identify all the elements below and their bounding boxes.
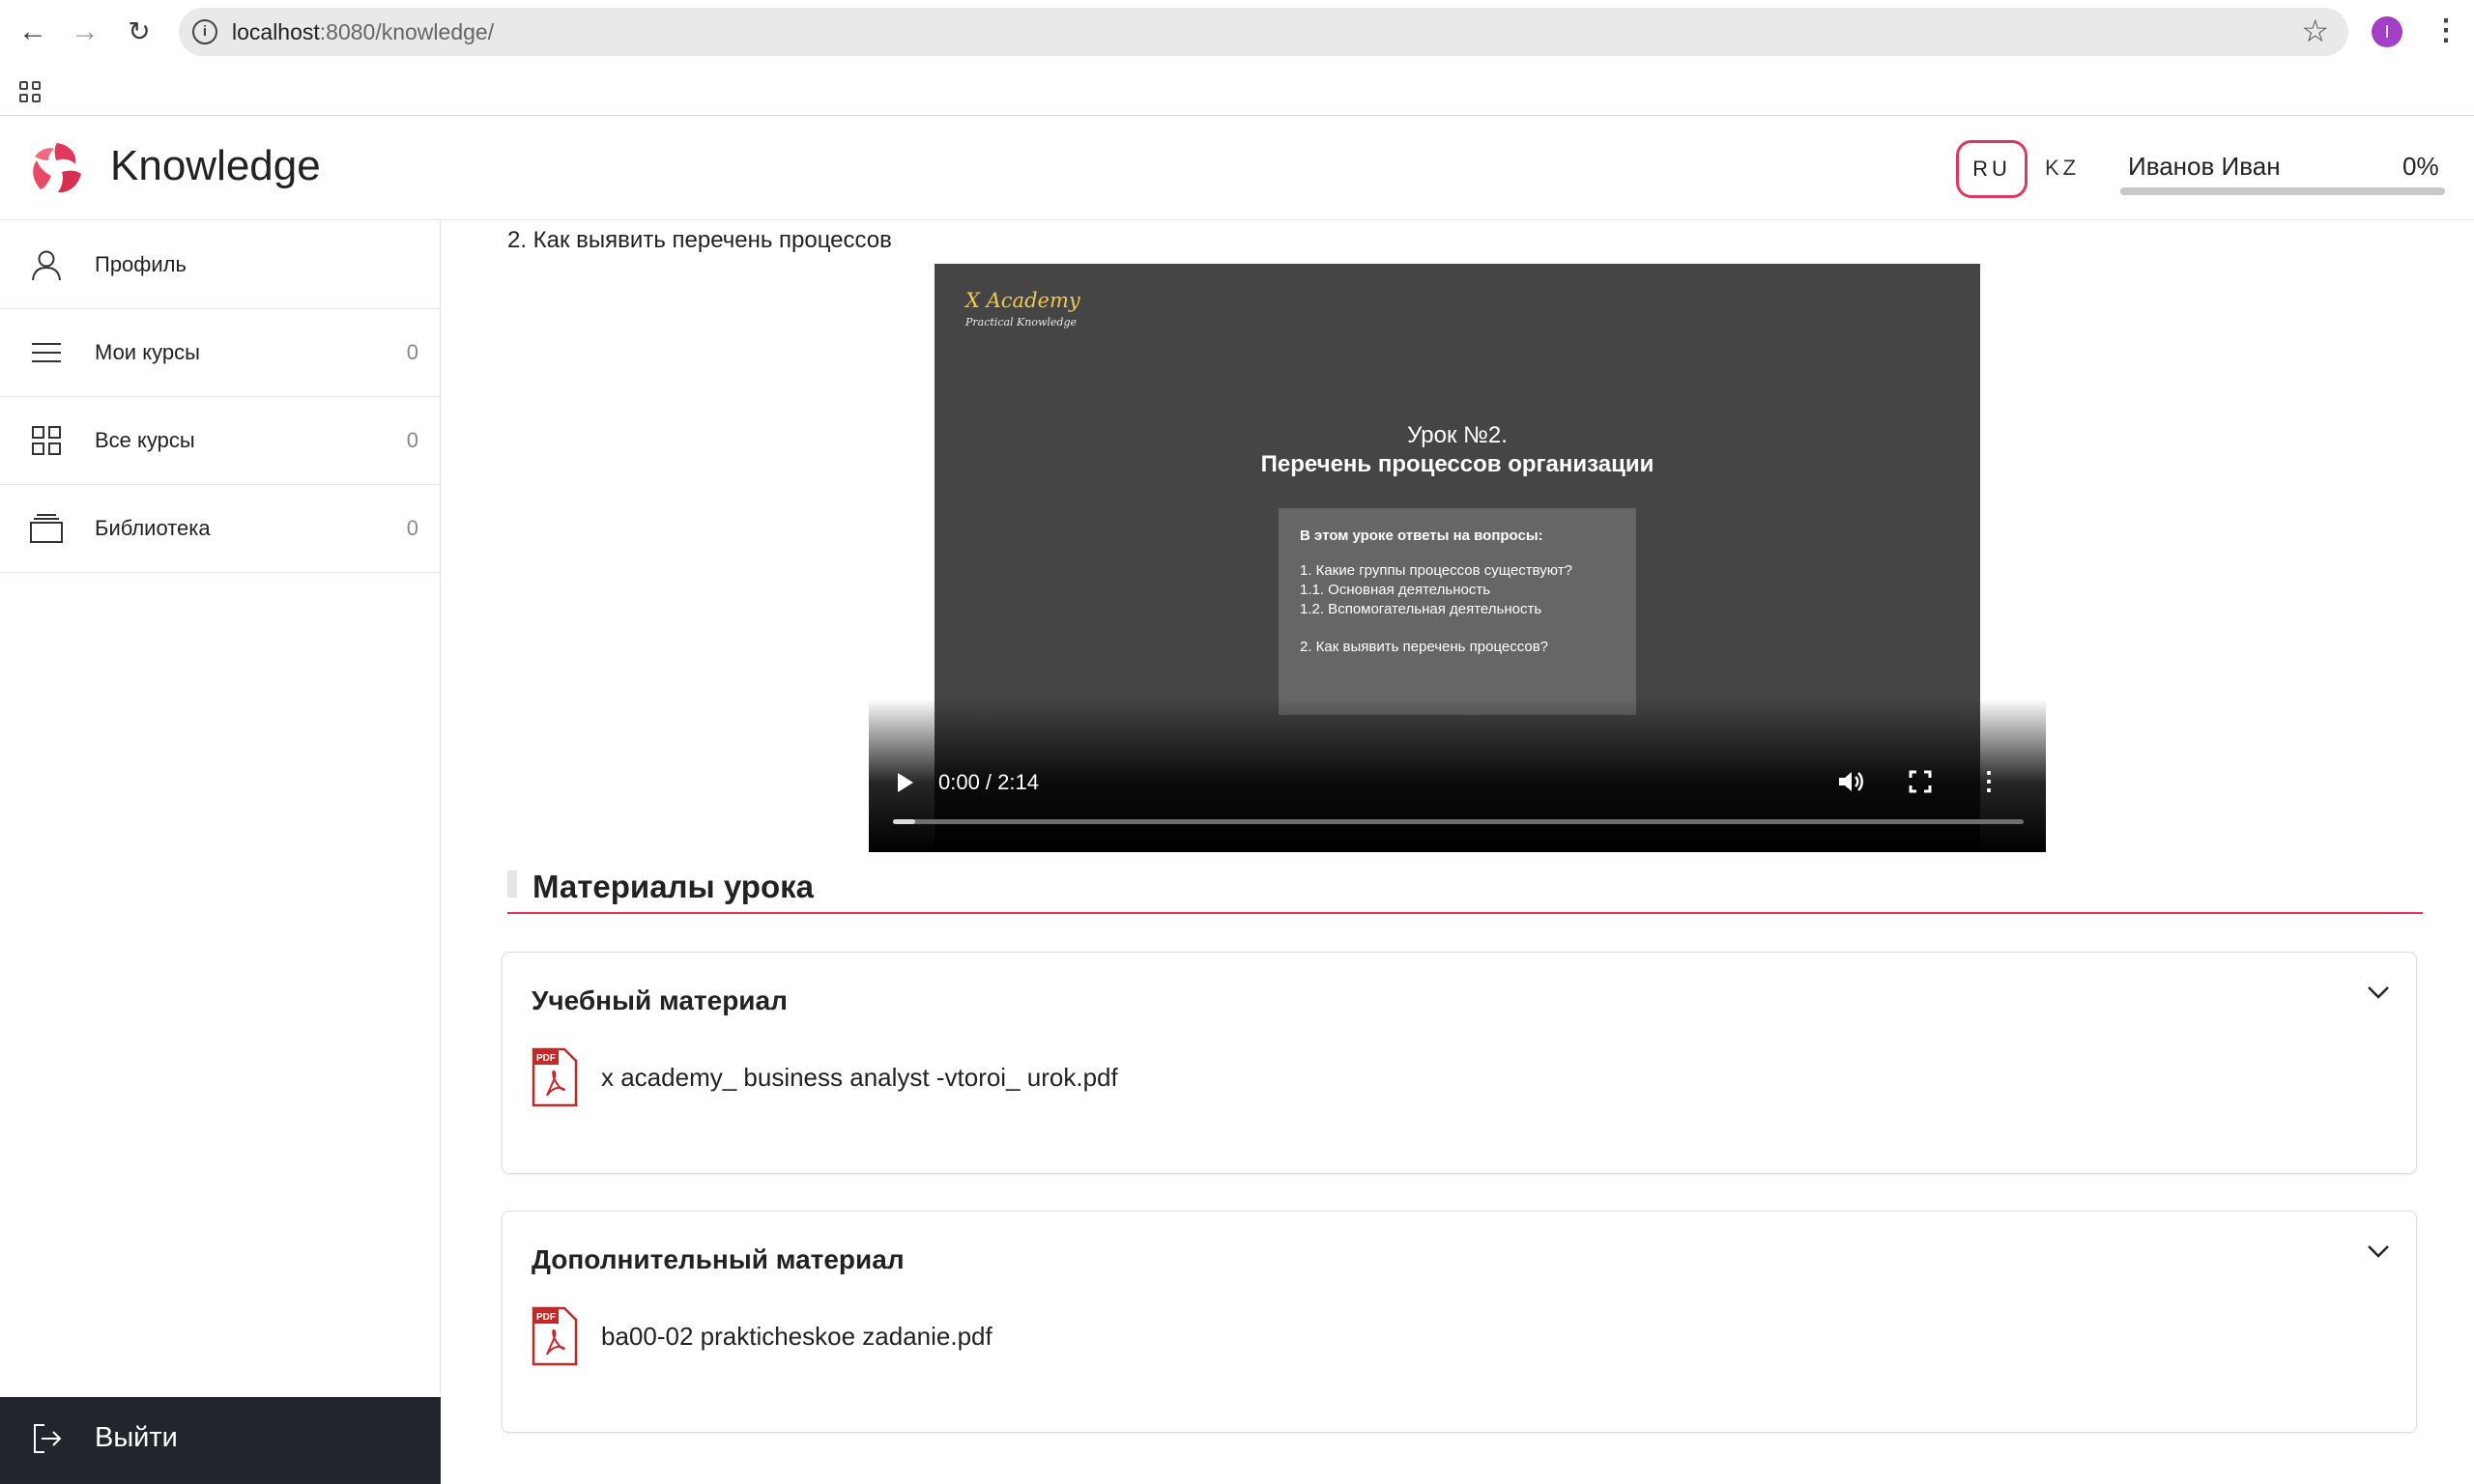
slide-box-heading: В этом уроке ответы на вопросы: bbox=[1300, 528, 1543, 544]
lesson-question-text: 2. Как выявить перечень процессов bbox=[507, 227, 892, 253]
slide-box-line: 1.2. Вспомогательная деятельность bbox=[1300, 601, 1542, 617]
sidebar-item-count: 0 bbox=[406, 340, 418, 364]
url-text[interactable]: localhost:8080/knowledge/ bbox=[232, 19, 494, 45]
brand-logo-icon[interactable] bbox=[27, 139, 87, 199]
material-card-study: Учебный материал PDF x academy_ business… bbox=[502, 952, 2417, 1174]
material-card-additional: Дополнительный материал PDF ba00-02 prak… bbox=[502, 1211, 2417, 1433]
grid-icon bbox=[32, 426, 61, 455]
chevron-down-icon[interactable] bbox=[2366, 1239, 2391, 1264]
user-progress-text: 0% bbox=[2402, 152, 2439, 181]
sidebar-item-label: Мои курсы bbox=[95, 340, 200, 364]
sidebar-item-all-courses[interactable]: Все курсы 0 bbox=[0, 397, 440, 485]
forward-icon[interactable]: → bbox=[68, 14, 102, 49]
apps-grid-icon[interactable] bbox=[19, 81, 41, 102]
play-icon[interactable] bbox=[898, 773, 913, 792]
volume-icon[interactable] bbox=[1835, 767, 1864, 796]
logout-icon bbox=[34, 1424, 62, 1453]
materials-section-header: Материалы урока bbox=[507, 869, 2423, 914]
user-name[interactable]: Иванов Иван bbox=[2128, 152, 2281, 182]
main-content: 2. Как выявить перечень процессов X Acad… bbox=[442, 221, 2474, 1484]
sidebar-item-profile[interactable]: Профиль bbox=[0, 221, 440, 309]
sidebar-item-label: Профиль bbox=[95, 252, 187, 276]
card-title[interactable]: Учебный материал bbox=[532, 985, 788, 1016]
fullscreen-icon[interactable] bbox=[1908, 769, 1933, 794]
sidebar: Профиль Мои курсы 0 Все курсы 0 Библиоте… bbox=[0, 221, 441, 1484]
slide-box-line: 1. Какие группы процессов существуют? bbox=[1300, 562, 1572, 579]
site-info-icon[interactable]: i bbox=[192, 19, 217, 44]
sidebar-item-library[interactable]: Библиотека 0 bbox=[0, 485, 440, 573]
lang-ru-button[interactable]: RU bbox=[1956, 140, 2028, 198]
sidebar-item-count: 0 bbox=[406, 516, 418, 540]
pdf-file-icon: PDF bbox=[532, 1047, 578, 1107]
user-icon bbox=[32, 250, 61, 281]
reload-icon[interactable]: ↻ bbox=[122, 14, 157, 49]
slide-questions-box: В этом уроке ответы на вопросы: 1. Какие… bbox=[1279, 508, 1636, 715]
bookmarks-bar bbox=[0, 64, 2474, 116]
browser-toolbar: ← → ↻ i localhost:8080/knowledge/ ☆ I ⋮ bbox=[0, 0, 2474, 64]
bookmark-star-icon[interactable]: ☆ bbox=[2301, 13, 2329, 49]
video-controls-overlay bbox=[869, 699, 2046, 852]
address-bar[interactable]: i localhost:8080/knowledge/ ☆ bbox=[179, 8, 2348, 56]
logout-button[interactable]: Выйти bbox=[0, 1397, 441, 1484]
video-time: 0:00 / 2:14 bbox=[938, 770, 1039, 794]
back-icon[interactable]: ← bbox=[15, 14, 50, 49]
seek-progress bbox=[893, 819, 916, 824]
card-title[interactable]: Дополнительный материал bbox=[532, 1244, 905, 1275]
slide-box-line: 2. Как выявить перечень процессов? bbox=[1300, 639, 1549, 655]
svg-text:PDF: PDF bbox=[536, 1312, 556, 1323]
chevron-down-icon[interactable] bbox=[2366, 980, 2391, 1005]
slide-subtitle: Перечень процессов организации bbox=[1260, 451, 1654, 477]
sidebar-item-label: Все курсы bbox=[95, 428, 195, 452]
list-icon bbox=[32, 343, 61, 362]
video-player[interactable]: X Academy Practical Knowledge Урок №2. П… bbox=[869, 264, 2046, 852]
svg-text:PDF: PDF bbox=[536, 1053, 556, 1064]
video-more-icon[interactable]: ⋮ bbox=[1976, 766, 2001, 796]
file-name[interactable]: x academy_ business analyst -vtoroi_ uro… bbox=[601, 1063, 1118, 1093]
section-accent-bar bbox=[507, 870, 517, 898]
pdf-file-icon: PDF bbox=[532, 1306, 578, 1366]
sidebar-item-my-courses[interactable]: Мои курсы 0 bbox=[0, 309, 440, 397]
app-header: Knowledge RU KZ Иванов Иван 0% bbox=[0, 117, 2474, 220]
file-name[interactable]: ba00-02 prakticheskoe zadanie.pdf bbox=[601, 1322, 992, 1352]
brand-name[interactable]: Knowledge bbox=[110, 142, 321, 190]
profile-avatar[interactable]: I bbox=[2372, 16, 2402, 47]
video-seek-bar[interactable] bbox=[893, 819, 2024, 824]
slide-logo-subtitle: Practical Knowledge bbox=[965, 316, 1078, 328]
logout-label: Выйти bbox=[95, 1422, 178, 1453]
browser-menu-icon[interactable]: ⋮ bbox=[2431, 14, 2460, 47]
sidebar-item-label: Библиотека bbox=[95, 516, 211, 540]
sidebar-item-count: 0 bbox=[406, 428, 418, 452]
user-progress-bar bbox=[2120, 187, 2445, 195]
materials-title: Материалы урока bbox=[532, 869, 814, 904]
library-icon bbox=[30, 514, 63, 543]
slide-logo-text: X Academy bbox=[965, 289, 1080, 312]
slide-box-line: 1.1. Основная деятельность bbox=[1300, 582, 1491, 598]
slide-title: Урок №2. bbox=[1407, 422, 1508, 448]
lang-kz-button[interactable]: KZ bbox=[2045, 156, 2080, 181]
